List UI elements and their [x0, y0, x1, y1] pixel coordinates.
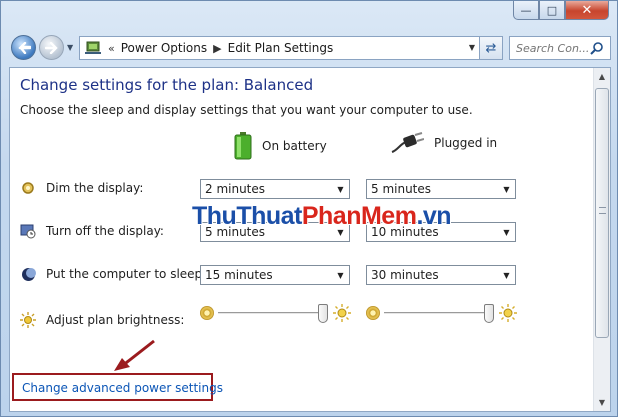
- sleep-row-label: Put the computer to sleep:: [20, 266, 206, 282]
- refresh-icon: ⇄: [485, 40, 497, 56]
- slider-track[interactable]: [218, 312, 328, 315]
- dim-display-label: Dim the display:: [46, 181, 144, 195]
- power-options-window: — □ ✕ ▼ « Power Options ▶ Edit Plan Sett…: [0, 0, 618, 417]
- brightness-plugged-slider[interactable]: [366, 304, 524, 324]
- address-overflow[interactable]: «: [108, 42, 115, 55]
- navigation-bar: ▼ « Power Options ▶ Edit Plan Settings ▼…: [9, 33, 611, 61]
- advanced-settings-highlight: Change advanced power settings: [12, 373, 223, 401]
- sleep-moon-icon: [20, 266, 36, 282]
- search-icon[interactable]: [590, 41, 604, 55]
- scrollbar-thumb[interactable]: [595, 88, 609, 338]
- dim-sun-icon: [200, 306, 214, 320]
- search-input[interactable]: [516, 41, 592, 55]
- chevron-down-icon[interactable]: ▼: [332, 266, 349, 284]
- turn-off-display-row-label: Turn off the display:: [20, 223, 164, 239]
- battery-label: On battery: [262, 139, 327, 153]
- dim-display-icon: [20, 180, 36, 196]
- maximize-button[interactable]: □: [539, 1, 565, 20]
- sleep-plugged-value: 30 minutes: [371, 268, 439, 282]
- plugged-label: Plugged in: [434, 136, 498, 150]
- annotation-arrow-icon: [114, 339, 155, 371]
- battery-icon: [234, 132, 252, 160]
- slider-track[interactable]: [384, 312, 494, 315]
- brightness-battery-slider[interactable]: [200, 304, 358, 324]
- turn-off-display-battery-select[interactable]: 5 minutes ▼: [200, 222, 350, 242]
- column-header-battery: On battery: [234, 132, 327, 160]
- brightness-row-label: Adjust plan brightness:: [20, 312, 184, 328]
- dim-sun-icon: [366, 306, 380, 320]
- refresh-button[interactable]: ⇄: [479, 36, 503, 60]
- forward-arrow-icon: [44, 41, 58, 54]
- column-header-plugged: Plugged in: [390, 132, 497, 154]
- search-box[interactable]: [509, 36, 611, 60]
- recent-pages-dropdown[interactable]: ▼: [67, 43, 73, 52]
- breadcrumb-power-options[interactable]: Power Options: [121, 41, 207, 55]
- chevron-down-icon[interactable]: ▼: [498, 180, 515, 198]
- sleep-battery-value: 15 minutes: [205, 268, 273, 282]
- dim-display-plugged-value: 5 minutes: [371, 182, 432, 196]
- turn-off-display-label: Turn off the display:: [46, 224, 164, 238]
- address-dropdown[interactable]: ▼: [469, 43, 475, 52]
- caption-buttons: — □ ✕: [513, 1, 609, 20]
- sleep-label: Put the computer to sleep:: [46, 267, 207, 281]
- power-plug-icon: [391, 132, 424, 153]
- turn-off-display-battery-value: 5 minutes: [205, 225, 266, 239]
- chevron-down-icon[interactable]: ▼: [498, 223, 515, 241]
- sleep-plugged-select[interactable]: 30 minutes ▼: [366, 265, 516, 285]
- vertical-scrollbar[interactable]: ▲ ▼: [593, 68, 610, 411]
- slider-thumb[interactable]: [484, 304, 494, 323]
- close-button[interactable]: ✕: [565, 1, 609, 20]
- turn-off-display-plugged-value: 10 minutes: [371, 225, 439, 239]
- slider-thumb[interactable]: [318, 304, 328, 323]
- page-subtitle: Choose the sleep and display settings th…: [20, 103, 473, 117]
- brightness-sun-icon: [20, 312, 36, 328]
- page-title: Change settings for the plan: Balanced: [20, 76, 314, 94]
- scroll-down-icon[interactable]: ▼: [594, 394, 610, 411]
- chevron-down-icon[interactable]: ▼: [332, 223, 349, 241]
- back-arrow-icon: [17, 41, 31, 54]
- dim-display-row-label: Dim the display:: [20, 180, 143, 196]
- minimize-button[interactable]: —: [513, 1, 539, 20]
- bright-sun-icon: [333, 304, 351, 322]
- back-button[interactable]: [11, 35, 36, 60]
- dim-display-battery-value: 2 minutes: [205, 182, 266, 196]
- chevron-down-icon[interactable]: ▼: [332, 180, 349, 198]
- address-bar[interactable]: « Power Options ▶ Edit Plan Settings ▼: [79, 36, 482, 60]
- turn-off-display-plugged-select[interactable]: 10 minutes ▼: [366, 222, 516, 242]
- sleep-battery-select[interactable]: 15 minutes ▼: [200, 265, 350, 285]
- content-panel: Change settings for the plan: Balanced C…: [9, 67, 611, 412]
- control-panel-icon: [85, 41, 101, 54]
- brightness-label: Adjust plan brightness:: [46, 313, 185, 327]
- dim-display-plugged-select[interactable]: 5 minutes ▼: [366, 179, 516, 199]
- forward-button[interactable]: [39, 35, 64, 60]
- display-off-icon: [20, 223, 36, 239]
- advanced-power-settings-link[interactable]: Change advanced power settings: [22, 381, 223, 395]
- breadcrumb-separator-icon[interactable]: ▶: [213, 42, 221, 55]
- dim-display-battery-select[interactable]: 2 minutes ▼: [200, 179, 350, 199]
- scroll-up-icon[interactable]: ▲: [594, 68, 610, 85]
- bright-sun-icon: [499, 304, 517, 322]
- chevron-down-icon[interactable]: ▼: [498, 266, 515, 284]
- breadcrumb-edit-plan-settings[interactable]: Edit Plan Settings: [228, 41, 334, 55]
